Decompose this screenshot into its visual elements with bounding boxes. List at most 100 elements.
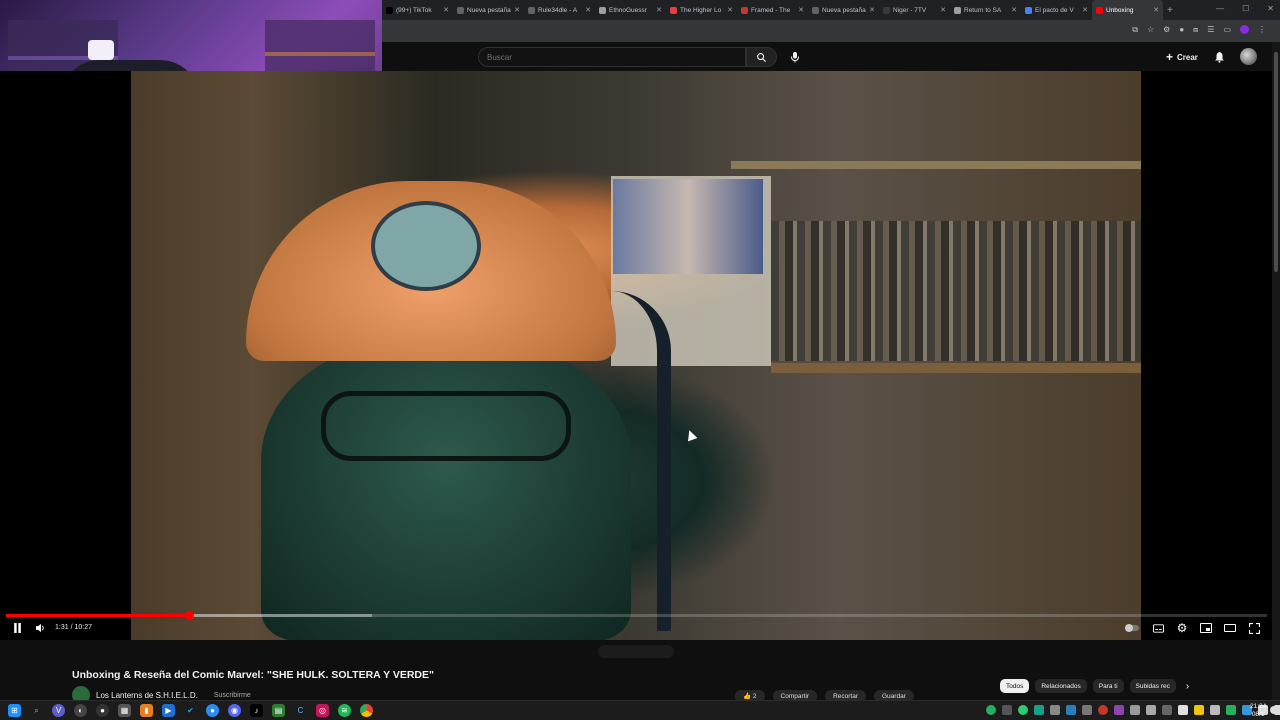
tray-icon-16[interactable] [1226,705,1236,715]
video-player[interactable] [0,71,1280,640]
tray-icon-13[interactable] [1178,705,1188,715]
app-icon-green[interactable]: ▤ [272,704,285,717]
discord-icon[interactable]: ◉ [228,704,241,717]
spotify-icon[interactable]: ≋ [338,704,351,717]
app-icon-4k[interactable]: ◐ [74,704,87,717]
search-input[interactable]: Buscar [478,47,746,67]
install-icon[interactable]: ⧉ [1132,25,1138,35]
tray-icon-4[interactable] [1034,705,1044,715]
maximize-icon[interactable]: ☐ [1242,4,1249,13]
sidepanel-icon[interactable]: ▭ [1223,25,1231,35]
notifications-button[interactable] [1214,50,1225,68]
tray-icon-1[interactable] [986,705,996,715]
search-taskbar-icon[interactable]: ⌕ [30,704,43,717]
tab-close-icon[interactable]: ✕ [514,6,520,14]
tray-icon-2[interactable] [1002,705,1012,715]
taskbar-clock[interactable]: 21:24 08/1 [1250,703,1266,719]
browser-tab[interactable]: The Higher Lo ✕ [666,0,737,20]
bookmark-star-icon[interactable]: ☆ [1147,25,1154,35]
browser-tab[interactable]: Rule34dle - A ✕ [524,0,595,20]
app-icon-steam[interactable]: ● [206,704,219,717]
tab-close-icon[interactable]: ✕ [869,6,875,14]
new-tab-button[interactable]: + [1167,5,1173,16]
extension-icon[interactable]: ⚙ [1163,25,1170,35]
tray-icon-6[interactable] [1066,705,1076,715]
tab-close-icon[interactable]: ✕ [940,6,946,14]
tab-close-icon[interactable]: ✕ [798,6,804,14]
chrome-icon[interactable] [360,704,373,717]
search-button[interactable] [746,47,777,67]
subscribe-button[interactable]: Suscribirme [214,692,251,699]
tray-icon-8[interactable] [1098,705,1108,715]
tray-icon-14[interactable] [1194,705,1204,715]
browser-tab[interactable]: Nueva pestaña ✕ [808,0,879,20]
menu-kebab-icon[interactable]: ⋮ [1258,25,1266,35]
browser-tab[interactable]: Unboxing ✕ [1092,0,1163,20]
app-icon-c[interactable]: C [294,704,307,717]
browser-tab[interactable]: EthnoGuessr ✕ [595,0,666,20]
tab-close-icon[interactable]: ✕ [727,6,733,14]
browser-tab[interactable]: Niger - 7TV ✕ [879,0,950,20]
filter-chip[interactable]: Relacionados [1035,679,1087,693]
filter-chip[interactable]: Para ti [1092,679,1124,693]
account-avatar[interactable] [1240,48,1257,65]
autoplay-toggle[interactable] [1124,621,1140,635]
pause-button[interactable] [10,621,24,635]
create-button[interactable]: + Crear [1166,50,1198,64]
app-icon-circle[interactable]: ● [96,704,109,717]
fullscreen-button[interactable] [1247,621,1261,635]
app-icon-grid[interactable]: ▦ [118,704,131,717]
video-frame[interactable] [131,71,1141,640]
app-icon-blue[interactable]: ▶ [162,704,175,717]
browser-tabstrip: (99+) TikTok ✕ Nueva pestaña ✕ Rule34dle - A… [382,0,1280,20]
tray-icon-11[interactable] [1146,705,1156,715]
progress-bar[interactable] [6,611,1267,620]
tray-icon-9[interactable] [1114,705,1124,715]
filter-chip[interactable]: Todos [1000,679,1030,693]
tab-close-icon[interactable]: ✕ [585,6,591,14]
tab-close-icon[interactable]: ✕ [1082,6,1088,14]
tiktok-icon[interactable]: ♪ [250,704,263,717]
scrollbar-thumb[interactable] [1274,52,1278,272]
app-icon-orange[interactable]: ▮ [140,704,153,717]
search-icon [757,52,767,62]
filter-chip[interactable]: Subidas rec [1129,679,1176,693]
tray-icon-5[interactable] [1050,705,1060,715]
close-window-icon[interactable]: ✕ [1267,4,1274,13]
reading-list-icon[interactable]: ☰ [1207,25,1214,35]
page-scrollbar[interactable] [1272,42,1280,700]
tab-close-icon[interactable]: ✕ [1153,6,1159,14]
tray-icon-15[interactable] [1210,705,1220,715]
tab-close-icon[interactable]: ✕ [656,6,662,14]
mute-button[interactable] [33,621,47,635]
app-icon-v[interactable]: V [52,704,65,717]
windows-start-icon[interactable]: ⊞ [8,704,21,717]
app-icon-check[interactable]: ✔ [184,704,197,717]
theater-mode-button[interactable] [1223,621,1237,635]
minimize-icon[interactable]: — [1216,4,1224,13]
channel-name[interactable]: Los Lanterns de S.H.I.E.L.D. [96,691,198,700]
browser-tab[interactable]: (99+) TikTok ✕ [382,0,453,20]
app-icon-obs[interactable]: ◎ [316,704,329,717]
browser-tab[interactable]: Return to SA ✕ [950,0,1021,20]
chevron-right-icon[interactable]: › [1186,681,1189,692]
subtitles-button[interactable] [1151,621,1165,635]
video-title: Unboxing & Reseña del Comic Marvel: "SHE… [72,669,434,681]
tray-icon-10[interactable] [1130,705,1140,715]
tray-icon-7[interactable] [1082,705,1092,715]
screen: ✱ (99+) TikTok✕Nueva pestaña✕Rule34dle -… [0,0,1280,720]
tab-close-icon[interactable]: ✕ [443,6,449,14]
notification-icon[interactable] [1270,706,1278,714]
settings-button[interactable]: ⚙ [1175,621,1189,635]
browser-tab[interactable]: El pacto de V ✕ [1021,0,1092,20]
tray-icon-12[interactable] [1162,705,1172,715]
profile-avatar[interactable] [1240,25,1249,34]
tray-icon-3[interactable] [1018,705,1028,715]
miniplayer-button[interactable] [1199,621,1213,635]
browser-tab[interactable]: Framed - The ✕ [737,0,808,20]
extensions-puzzle-icon[interactable]: ⧈ [1193,25,1198,35]
translate-icon[interactable]: ● [1179,25,1184,35]
voice-search-button[interactable] [787,49,803,65]
tab-close-icon[interactable]: ✕ [1011,6,1017,14]
browser-tab[interactable]: Nueva pestaña ✕ [453,0,524,20]
